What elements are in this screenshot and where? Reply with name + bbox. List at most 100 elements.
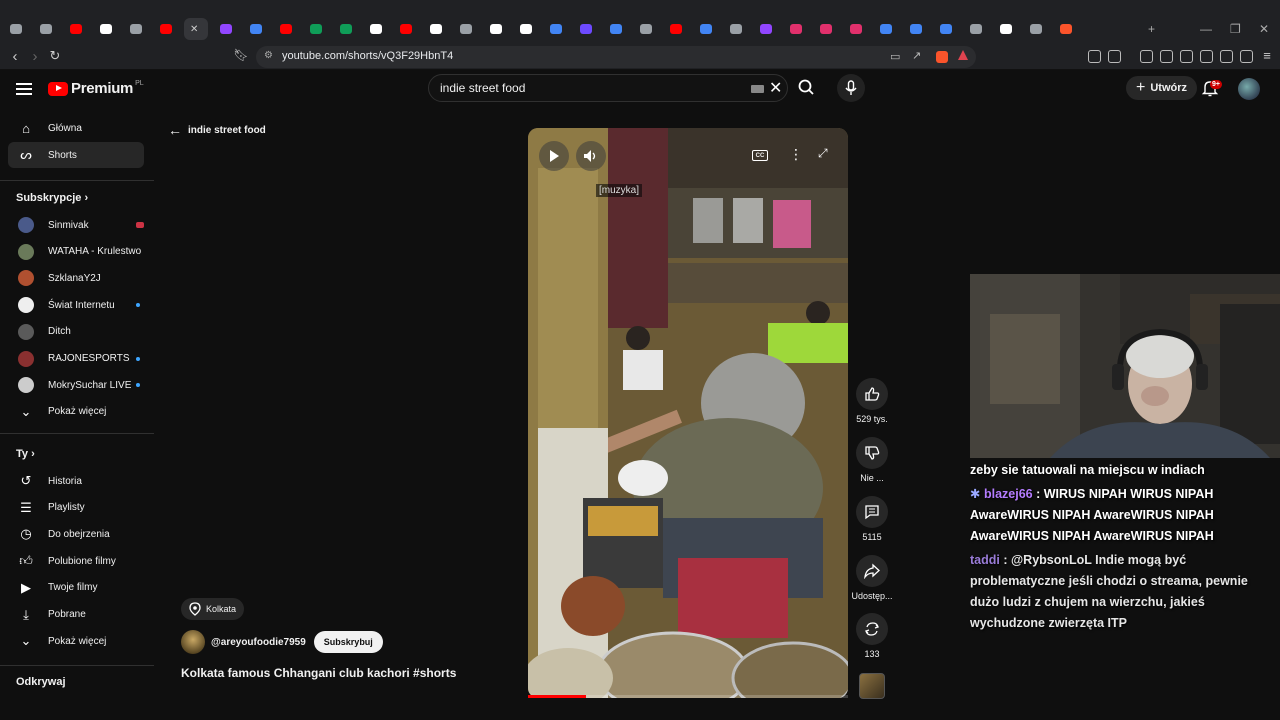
browser-tab-instagram[interactable]	[784, 18, 808, 40]
sidebar-item-shorts[interactable]: ᔕ Shorts	[8, 142, 144, 168]
browser-tab-calendar[interactable]	[604, 18, 628, 40]
site-info-icon[interactable]: ⚙	[264, 50, 273, 61]
browser-tab-sheets[interactable]	[304, 18, 328, 40]
download-icon[interactable]	[1140, 50, 1153, 63]
youtube-logo[interactable]: Premium PL	[48, 80, 144, 97]
subscriptions-heading[interactable]: Subskrypcje ›	[16, 192, 88, 204]
back-icon[interactable]: ‹	[6, 48, 24, 65]
cast-icon[interactable]: ▭	[890, 50, 900, 63]
browser-tab-google[interactable]	[874, 18, 898, 40]
browser-tab-google[interactable]	[934, 18, 958, 40]
voice-search-button[interactable]	[837, 74, 865, 102]
sidebar-item-do-obejrzenia[interactable]: ◷ Do obejrzenia	[8, 521, 144, 547]
brave-shield-icon[interactable]	[936, 51, 948, 63]
like-button[interactable]	[856, 378, 888, 410]
sidebar-item-home[interactable]: ⌂ Główna	[8, 115, 144, 141]
browser-tab-google[interactable]	[544, 18, 568, 40]
sidebar-toggle-icon[interactable]	[1180, 50, 1193, 63]
browser-tab-settings[interactable]	[454, 18, 478, 40]
remix-button[interactable]	[856, 613, 888, 645]
browser-tab-x[interactable]	[484, 18, 508, 40]
browser-tab-twitch[interactable]	[754, 18, 778, 40]
sidebar-subscription[interactable]: Ditch	[8, 319, 144, 345]
browser-tab-instagram[interactable]	[844, 18, 868, 40]
search-button[interactable]	[789, 74, 825, 102]
sound-thumbnail[interactable]	[859, 673, 885, 699]
browser-tab-x[interactable]	[364, 18, 388, 40]
menu-icon[interactable]: ≡	[1258, 48, 1276, 63]
play-button[interactable]	[539, 141, 569, 171]
fullscreen-icon[interactable]: ⤢	[818, 146, 828, 161]
browser-tab-youtube[interactable]	[664, 18, 688, 40]
browser-tab-brave[interactable]	[1054, 18, 1078, 40]
new-tab-button[interactable]: +	[1148, 22, 1155, 36]
sidebar-subscription[interactable]: WATAHA - Krulestwo	[8, 239, 144, 265]
hamburger-menu-icon[interactable]	[16, 83, 32, 95]
subscribe-button[interactable]: Subskrybuj	[313, 631, 383, 653]
dislike-button[interactable]	[856, 437, 888, 469]
extensions-icon[interactable]	[1088, 50, 1101, 63]
browser-tab-twitch[interactable]	[214, 18, 238, 40]
browser-tab-tab[interactable]	[634, 18, 658, 40]
browser-tab-youtube[interactable]	[154, 18, 178, 40]
sidebar-item-polubione-filmy[interactable]: 👍︎ Polubione filmy	[8, 548, 144, 574]
more-options-icon[interactable]: ⋮	[789, 146, 803, 163]
browser-tab-google[interactable]	[244, 18, 268, 40]
forward-icon[interactable]: ›	[26, 48, 44, 65]
browser-tab-tab[interactable]	[124, 18, 148, 40]
share-button[interactable]	[856, 555, 888, 587]
reload-icon[interactable]: ↻	[46, 48, 64, 64]
comments-button[interactable]	[856, 496, 888, 528]
browser-tab-proton[interactable]	[574, 18, 598, 40]
sidebar-subscription[interactable]: RAJONESPORTS	[8, 346, 144, 372]
browser-tab-google[interactable]	[904, 18, 928, 40]
extension-icon[interactable]	[1108, 50, 1121, 63]
browser-tab-tab[interactable]	[964, 18, 988, 40]
sidebar-subscription[interactable]: Sinmivak	[8, 212, 144, 238]
channel-name[interactable]: @areyoufoodie7959	[211, 637, 306, 648]
media-icon[interactable]	[1160, 50, 1173, 63]
browser-tab-instagram[interactable]	[814, 18, 838, 40]
browser-tab-tab[interactable]	[724, 18, 748, 40]
bookmark-icon[interactable]: 🔖︎	[232, 48, 250, 62]
leo-ai-icon[interactable]	[1220, 50, 1233, 63]
brave-rewards-icon[interactable]	[958, 50, 968, 60]
browser-tab-x[interactable]	[994, 18, 1018, 40]
sidebar-item-historia[interactable]: ↺ Historia	[8, 468, 144, 494]
sidebar-item-pokaż-więcej[interactable]: ⌄ Pokaż więcej	[8, 628, 144, 654]
sidebar-subscription[interactable]: ⌄ Pokaż więcej	[8, 399, 144, 425]
volume-button[interactable]	[576, 141, 606, 171]
browser-tab-x[interactable]	[94, 18, 118, 40]
browser-tab-youtube[interactable]	[394, 18, 418, 40]
sidebar-subscription[interactable]: Świat Internetu	[8, 292, 144, 318]
vpn-icon[interactable]	[1240, 50, 1253, 63]
short-video-player[interactable]: CC ⋮ ⤢	[528, 128, 848, 698]
url-field[interactable]: ⚙ youtube.com/shorts/vQ3F29HbnT4 ▭ ↗	[256, 46, 976, 68]
back-to-results-button[interactable]: ← indie street food	[168, 122, 266, 138]
sidebar-item-pobrane[interactable]: ⤓ Pobrane	[8, 602, 144, 628]
sidebar-item-playlisty[interactable]: ☰ Playlisty	[8, 495, 144, 521]
browser-tab-tab[interactable]	[1024, 18, 1048, 40]
create-button[interactable]: + Utwórz	[1126, 76, 1198, 100]
short-title[interactable]: Kolkata famous Chhangani club kachori #s…	[181, 666, 456, 680]
browser-tab-tab[interactable]	[34, 18, 58, 40]
channel-avatar[interactable]	[181, 630, 205, 654]
browser-tab-sheets[interactable]	[334, 18, 358, 40]
browser-tab-youtube[interactable]	[64, 18, 88, 40]
keyboard-icon[interactable]	[751, 85, 764, 93]
share-icon[interactable]: ↗	[912, 49, 921, 62]
wallet-icon[interactable]	[1200, 50, 1213, 63]
sidebar-subscription[interactable]: MokrySuchar LIVE	[8, 372, 144, 398]
browser-tab-notion[interactable]	[514, 18, 538, 40]
you-heading[interactable]: Ty ›	[16, 448, 35, 460]
location-chip[interactable]: Kolkata	[181, 598, 245, 620]
browser-tab-active[interactable]: ✕	[184, 18, 208, 40]
minimize-button[interactable]: —	[1200, 22, 1212, 36]
browser-tab-youtube[interactable]	[274, 18, 298, 40]
sidebar-item-twoje-filmy[interactable]: ▶ Twoje filmy	[8, 575, 144, 601]
sidebar-subscription[interactable]: SzklanaY2J	[8, 265, 144, 291]
captions-icon[interactable]: CC	[752, 150, 768, 161]
video-progress-bar[interactable]	[528, 695, 848, 698]
browser-tab-tab[interactable]	[4, 18, 28, 40]
search-input[interactable]	[440, 81, 740, 95]
